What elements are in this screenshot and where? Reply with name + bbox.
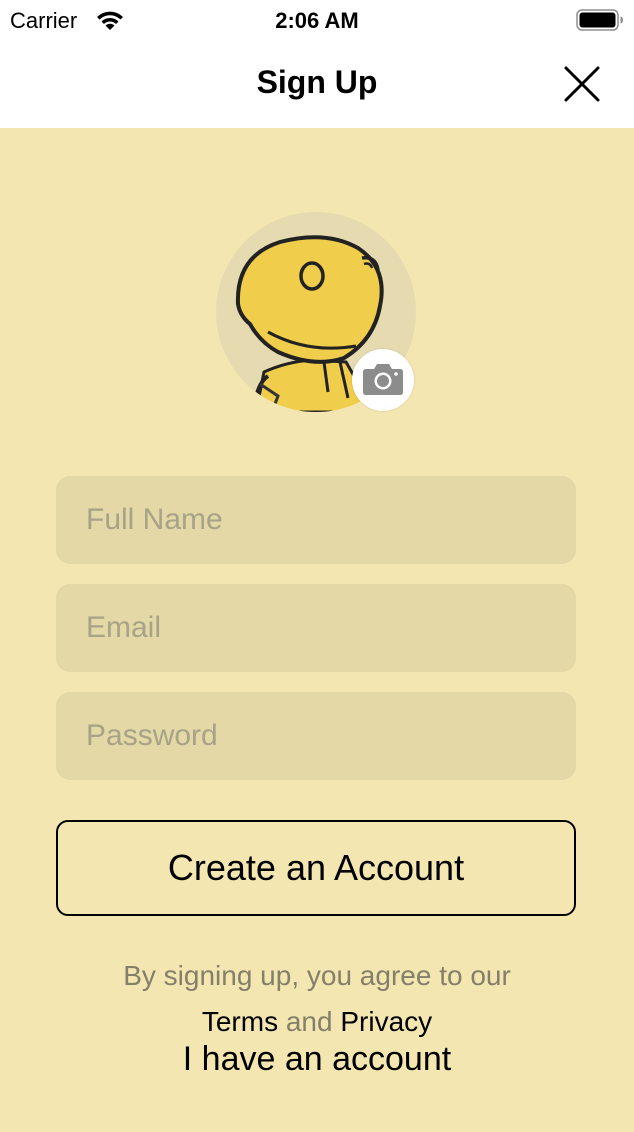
status-time: 2:06 AM	[275, 8, 359, 33]
avatar-picker[interactable]	[216, 212, 416, 412]
camera-button[interactable]	[352, 349, 414, 411]
battery-icon	[576, 9, 624, 31]
privacy-link[interactable]: Privacy	[340, 1006, 432, 1037]
camera-icon	[363, 364, 403, 395]
agree-text: By signing up, you agree to our	[123, 960, 511, 991]
have-account-link[interactable]: I have an account	[0, 1040, 634, 1079]
legal-links: Terms and Privacy	[0, 1006, 634, 1038]
create-account-button[interactable]: Create an Account	[56, 820, 576, 916]
and-label: and	[285, 1006, 333, 1037]
email-input[interactable]	[56, 584, 576, 672]
close-icon	[564, 66, 600, 102]
password-input[interactable]	[56, 692, 576, 780]
navigation-bar: Sign Up	[0, 42, 634, 128]
close-button[interactable]	[558, 60, 606, 108]
page-title: Sign Up	[256, 64, 378, 100]
status-bar: Carrier 2:06 AM	[0, 0, 634, 42]
terms-link[interactable]: Terms	[202, 1006, 278, 1037]
full-name-input[interactable]	[56, 476, 576, 564]
